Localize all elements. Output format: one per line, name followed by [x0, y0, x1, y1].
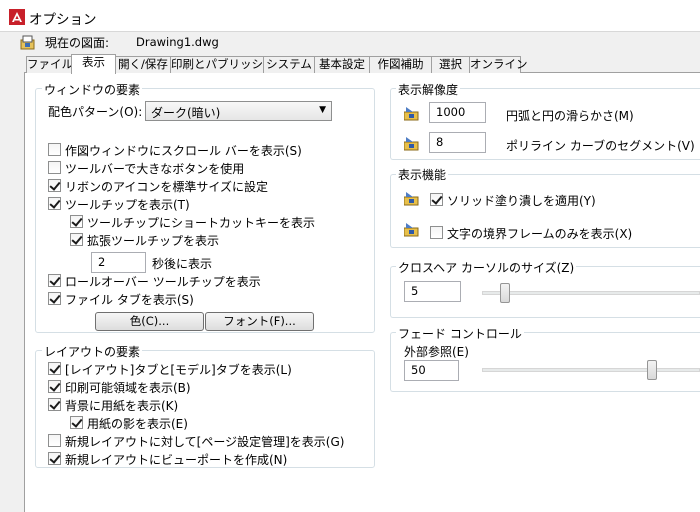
checkbox-label: ツールチップを表示(T)	[65, 198, 190, 212]
tab-system[interactable]: システム	[263, 56, 315, 73]
xref-label: 外部参照(E)	[404, 345, 469, 359]
color-scheme-label: 配色パターン(O):	[48, 105, 143, 119]
color-scheme-value: ダーク(暗い)	[151, 106, 221, 120]
polyline-segments-label: ポリライン カーブのセグメント(V)	[506, 139, 695, 153]
checkbox-label: ロールオーバー ツールチップを表示	[65, 275, 261, 289]
checkbox-box[interactable]	[70, 233, 83, 246]
tab-open-save[interactable]: 開く/保存	[115, 56, 171, 73]
fade-control-title: フェード コントロール	[396, 325, 524, 342]
current-drawing-name: Drawing1.dwg	[136, 35, 219, 49]
checkbox-label: ツールバーで大きなボタンを使用	[65, 162, 245, 176]
tooltip-delay-input[interactable]: 2	[91, 252, 146, 273]
arc-smoothness-input[interactable]: 1000	[429, 102, 486, 123]
checkbox-box[interactable]	[48, 398, 61, 411]
drawing-setting-icon	[404, 223, 419, 237]
display-resolution-title: 表示解像度	[396, 81, 461, 98]
checkbox-label: ツールチップにショートカットキーを表示	[87, 216, 316, 230]
checkbox-label: [レイアウト]タブと[モデル]タブを表示(L)	[65, 363, 292, 377]
window-title: オプション	[29, 12, 97, 28]
checkbox-box[interactable]	[70, 416, 83, 429]
window-elements-title: ウィンドウの要素	[42, 81, 143, 98]
xref-fade-slider-thumb[interactable]	[646, 360, 657, 380]
arc-smoothness-label: 円弧と円の滑らかさ(M)	[506, 109, 634, 123]
crosshair-size-input[interactable]: 5	[404, 281, 461, 302]
checkbox-label: ファイル タブを表示(S)	[65, 293, 194, 307]
tab-user-preferences[interactable]: 基本設定	[314, 56, 370, 73]
tab-online[interactable]: オンライン	[469, 56, 528, 73]
checkbox-label: リボンのアイコンを標準サイズに設定	[65, 180, 269, 194]
checkbox-label: 新規レイアウトにビューポートを作成(N)	[65, 453, 288, 467]
colors-button[interactable]: 色(C)...	[95, 312, 204, 331]
color-scheme-select[interactable]: ダーク(暗い) ▼	[145, 101, 332, 121]
drawing-setting-icon	[404, 192, 419, 206]
checkbox-box[interactable]	[48, 434, 61, 447]
display-performance-title: 表示機能	[396, 166, 449, 183]
checkbox-box[interactable]	[48, 197, 61, 210]
checkbox-box[interactable]	[430, 226, 443, 239]
crosshair-size-title: クロスヘア カーソルのサイズ(Z)	[396, 259, 577, 276]
autocad-app-icon	[9, 9, 25, 25]
tab-selection[interactable]: 選択	[431, 56, 470, 73]
current-drawing-label: 現在の図面:	[45, 36, 110, 50]
polyline-segments-input[interactable]: 8	[429, 132, 486, 153]
checkbox-box[interactable]	[48, 179, 61, 192]
crosshair-size-slider-thumb[interactable]	[500, 283, 510, 303]
checkbox-box[interactable]	[48, 161, 61, 174]
xref-fade-input[interactable]: 50	[404, 360, 459, 381]
checkbox-label: 用紙の影を表示(E)	[87, 417, 188, 431]
checkbox-box[interactable]	[70, 215, 83, 228]
drawing-file-icon	[20, 35, 35, 50]
layout-elements-title: レイアウトの要素	[42, 343, 143, 360]
tooltip-delay-label: 秒後に表示	[152, 257, 213, 271]
checkbox-box[interactable]	[48, 380, 61, 393]
checkbox-label: 新規レイアウトに対して[ページ設定管理]を表示(G)	[65, 435, 345, 449]
checkbox-box[interactable]	[48, 143, 61, 156]
fonts-button[interactable]: フォント(F)...	[205, 312, 314, 331]
checkbox-label: 背景に用紙を表示(K)	[65, 399, 179, 413]
tab-drafting[interactable]: 作図補助	[369, 56, 432, 73]
checkbox-box[interactable]	[48, 452, 61, 465]
title-bar: オプション	[0, 0, 700, 32]
tab-display[interactable]: 表示	[71, 54, 116, 74]
checkbox-box[interactable]	[48, 274, 61, 287]
tab-plot-publish[interactable]: 印刷とパブリッシュ	[170, 56, 275, 73]
checkbox-label: 作図ウィンドウにスクロール バーを表示(S)	[65, 144, 302, 158]
dropdown-arrow-icon: ▼	[319, 105, 326, 115]
drawing-setting-icon	[404, 137, 419, 151]
checkbox-label: ソリッド塗り潰しを適用(Y)	[447, 194, 596, 208]
crosshair-size-slider-track[interactable]	[482, 291, 700, 295]
xref-fade-slider-track[interactable]	[482, 368, 700, 372]
checkbox-label: 拡張ツールチップを表示	[87, 234, 220, 248]
checkbox-label: 印刷可能領域を表示(B)	[65, 381, 191, 395]
checkbox-box[interactable]	[48, 362, 61, 375]
checkbox-box[interactable]	[430, 193, 443, 206]
checkbox-box[interactable]	[48, 292, 61, 305]
checkbox-label: 文字の境界フレームのみを表示(X)	[447, 227, 633, 241]
tab-files[interactable]: ファイル	[26, 56, 73, 73]
drawing-setting-icon	[404, 107, 419, 121]
